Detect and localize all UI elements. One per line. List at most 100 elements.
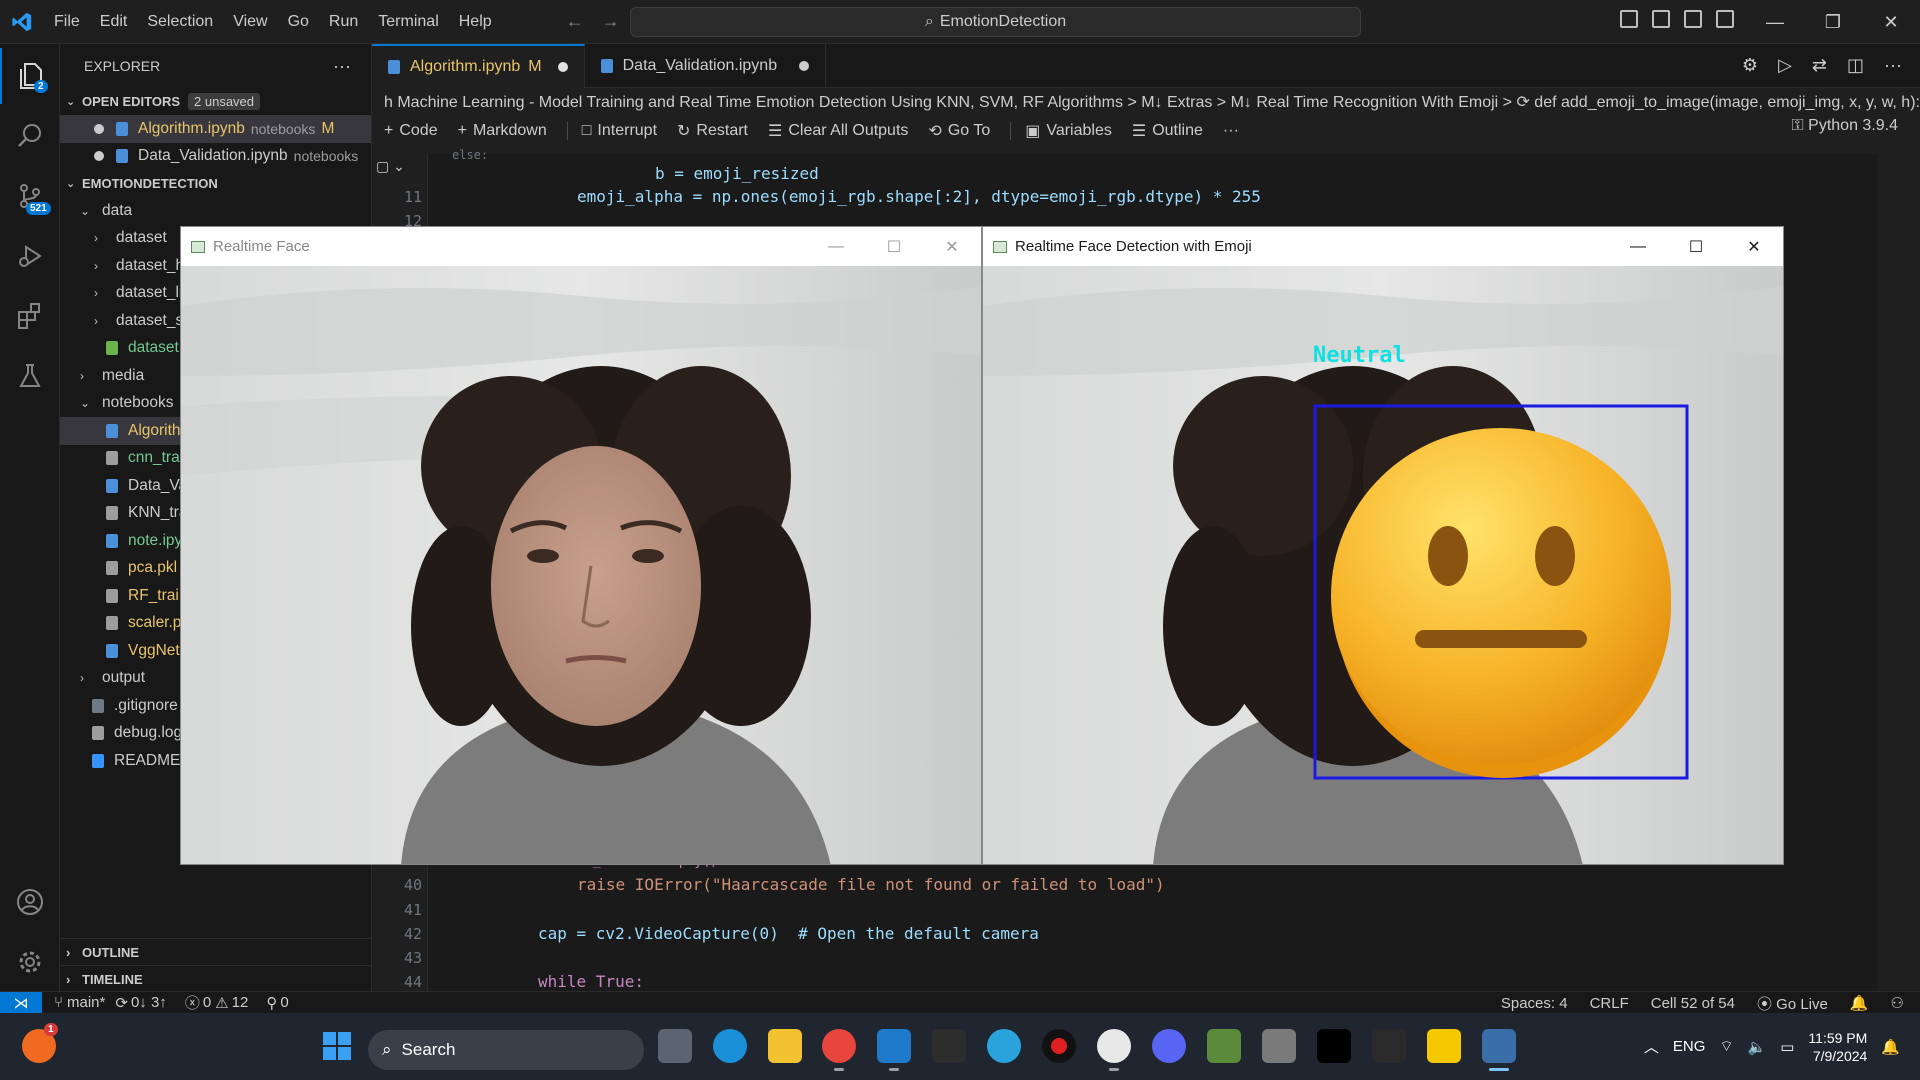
eol-status[interactable]: CRLF bbox=[1590, 995, 1629, 1012]
discord-icon[interactable] bbox=[1152, 1029, 1186, 1063]
open-editors-section[interactable]: ⌄ OPEN EDITORS 2 unsaved bbox=[60, 88, 371, 115]
cell-select-icon[interactable]: ▢ ⌄ bbox=[376, 158, 405, 175]
tray-overflow-icon[interactable]: ︿ bbox=[1644, 1036, 1659, 1057]
battery-icon[interactable]: ▭ bbox=[1780, 1038, 1794, 1056]
unsaved-dot-icon[interactable] bbox=[799, 61, 810, 71]
vscode-logo-icon[interactable] bbox=[0, 0, 44, 44]
start-button-icon[interactable] bbox=[320, 1029, 354, 1063]
outline-section[interactable]: › OUTLINE bbox=[60, 938, 372, 965]
back-arrow-icon[interactable]: ← bbox=[566, 11, 584, 32]
manage-gear-icon[interactable] bbox=[0, 934, 60, 990]
maximize-icon[interactable]: ☐ bbox=[865, 227, 923, 266]
restart-button[interactable]: ↻ Restart bbox=[677, 121, 748, 141]
clock[interactable]: 11:59 PM 7/9/2024 bbox=[1808, 1029, 1867, 1065]
cell-status[interactable]: Cell 52 of 54 bbox=[1651, 995, 1735, 1012]
project-section[interactable]: ⌄ EMOTIONDETECTION bbox=[60, 170, 371, 197]
vpn-app-icon[interactable] bbox=[1097, 1029, 1131, 1071]
language-indicator[interactable]: ENG bbox=[1673, 1038, 1706, 1055]
restore-icon[interactable]: ❐ bbox=[1804, 0, 1862, 44]
edge-browser-icon[interactable] bbox=[713, 1029, 747, 1063]
errors-count[interactable]: 0 bbox=[203, 994, 211, 1011]
timeline-section[interactable]: › TIMELINE bbox=[60, 965, 372, 992]
window-titlebar[interactable]: Realtime Face Detection with Emoji — ☐ ✕ bbox=[983, 227, 1783, 266]
add-code-button[interactable]: + Code bbox=[384, 122, 438, 140]
window-titlebar[interactable]: Realtime Face — ☐ ✕ bbox=[181, 227, 981, 266]
notifications-bell-icon[interactable]: 🔔 bbox=[1850, 994, 1869, 1012]
recorder-icon[interactable] bbox=[1042, 1029, 1076, 1063]
menu-go[interactable]: Go bbox=[278, 13, 319, 31]
unsaved-dot-icon[interactable] bbox=[557, 62, 568, 72]
menu-terminal[interactable]: Terminal bbox=[368, 13, 448, 31]
python-taskbar-icon[interactable] bbox=[1482, 1029, 1516, 1071]
more-actions-icon[interactable]: ··· bbox=[1223, 122, 1239, 140]
tree-folder[interactable]: ⌄ data bbox=[60, 197, 371, 225]
file-explorer-icon[interactable] bbox=[768, 1029, 802, 1063]
indentation-status[interactable]: Spaces: 4 bbox=[1501, 995, 1568, 1012]
vscode-taskbar-icon[interactable] bbox=[877, 1029, 911, 1071]
clear-outputs-button[interactable]: ☰ Clear All Outputs bbox=[768, 121, 908, 141]
copilot-icon[interactable]: ⚇ bbox=[1891, 994, 1904, 1012]
task-view-icon[interactable] bbox=[658, 1029, 692, 1063]
chrome-icon[interactable] bbox=[822, 1029, 856, 1071]
menu-view[interactable]: View bbox=[223, 13, 277, 31]
menu-help[interactable]: Help bbox=[449, 13, 502, 31]
add-markdown-button[interactable]: + Markdown bbox=[458, 122, 547, 140]
weather-widget-icon[interactable]: 1 bbox=[22, 1023, 58, 1063]
source-control-icon[interactable]: 521 bbox=[0, 168, 60, 224]
toggle-secondary-sidebar-icon[interactable] bbox=[1684, 10, 1702, 28]
branch-name[interactable]: main* bbox=[67, 994, 105, 1011]
taskbar-search-box[interactable]: ⌕ Search bbox=[368, 1030, 644, 1070]
notification-bell-icon[interactable]: 🔔 bbox=[1881, 1038, 1900, 1056]
realtime-face-window[interactable]: Realtime Face — ☐ ✕ bbox=[180, 226, 982, 865]
tab-data-validation[interactable]: Data_Validation.ipynb bbox=[585, 44, 827, 88]
minecraft-icon[interactable] bbox=[1207, 1029, 1241, 1063]
sticky-notes-icon[interactable] bbox=[1427, 1029, 1461, 1063]
go-live-button[interactable]: ⦿ Go Live bbox=[1757, 993, 1828, 1014]
open-editor-item[interactable]: Data_Validation.ipynb notebooks bbox=[60, 143, 371, 171]
more-actions-icon[interactable]: ··· bbox=[1884, 55, 1902, 76]
rockstar-launcher-icon[interactable] bbox=[1317, 1029, 1351, 1063]
close-icon[interactable]: ✕ bbox=[1862, 0, 1920, 44]
testing-icon[interactable] bbox=[0, 348, 60, 404]
run-debug-icon[interactable] bbox=[0, 228, 60, 284]
telegram-icon[interactable] bbox=[987, 1029, 1021, 1063]
extensions-icon[interactable] bbox=[0, 288, 60, 344]
run-icon[interactable]: ▷ bbox=[1778, 55, 1792, 76]
maximize-icon[interactable]: ☐ bbox=[1667, 227, 1725, 266]
forward-arrow-icon[interactable]: → bbox=[602, 11, 620, 32]
outline-button[interactable]: ☰ Outline bbox=[1132, 121, 1203, 141]
breadcrumb[interactable]: h Machine Learning - Model Training and … bbox=[372, 88, 1920, 116]
minimize-icon[interactable]: — bbox=[807, 227, 865, 266]
command-center-search[interactable]: ⌕ EmotionDetection bbox=[630, 7, 1361, 37]
volume-icon[interactable]: 🔈 bbox=[1748, 1038, 1767, 1056]
warnings-count[interactable]: 12 bbox=[232, 994, 249, 1011]
variables-button[interactable]: ▣ Variables bbox=[1025, 121, 1112, 141]
accounts-icon[interactable] bbox=[0, 874, 60, 930]
wifi-icon[interactable]: ⌔ bbox=[1719, 1037, 1733, 1056]
open-editor-item[interactable]: Algorithm.ipynb notebooks M bbox=[60, 115, 371, 143]
close-icon[interactable]: ✕ bbox=[1725, 227, 1783, 266]
toggle-panel-icon[interactable] bbox=[1652, 10, 1670, 28]
menu-run[interactable]: Run bbox=[319, 13, 368, 31]
game-app-icon[interactable] bbox=[1262, 1029, 1296, 1063]
close-icon[interactable]: ✕ bbox=[923, 227, 981, 266]
tab-algorithm[interactable]: Algorithm.ipynb M bbox=[372, 44, 585, 88]
menu-file[interactable]: File bbox=[44, 13, 90, 31]
toggle-sidebar-icon[interactable] bbox=[1620, 10, 1638, 28]
search-view-icon[interactable] bbox=[0, 108, 60, 164]
menu-edit[interactable]: Edit bbox=[90, 13, 138, 31]
customize-layout-icon[interactable] bbox=[1716, 10, 1734, 28]
remote-indicator-icon[interactable]: ⋊ bbox=[0, 991, 42, 1014]
sync-icon[interactable]: ⟳ bbox=[115, 994, 128, 1012]
minimize-icon[interactable]: — bbox=[1609, 227, 1667, 266]
more-actions-icon[interactable]: ··· bbox=[333, 56, 351, 77]
interrupt-button[interactable]: □ Interrupt bbox=[582, 122, 657, 140]
explorer-icon[interactable]: 2 bbox=[0, 48, 60, 104]
kernel-picker[interactable]: ⚿ Python 3.9.4 bbox=[1792, 117, 1898, 135]
settings-gear-icon[interactable]: ⚙ bbox=[1742, 55, 1758, 76]
epic-games-icon[interactable] bbox=[1372, 1029, 1406, 1063]
figma-icon[interactable] bbox=[932, 1029, 966, 1063]
minimize-icon[interactable]: — bbox=[1746, 0, 1804, 44]
split-editor-icon[interactable]: ◫ bbox=[1847, 55, 1864, 76]
menu-selection[interactable]: Selection bbox=[137, 13, 223, 31]
